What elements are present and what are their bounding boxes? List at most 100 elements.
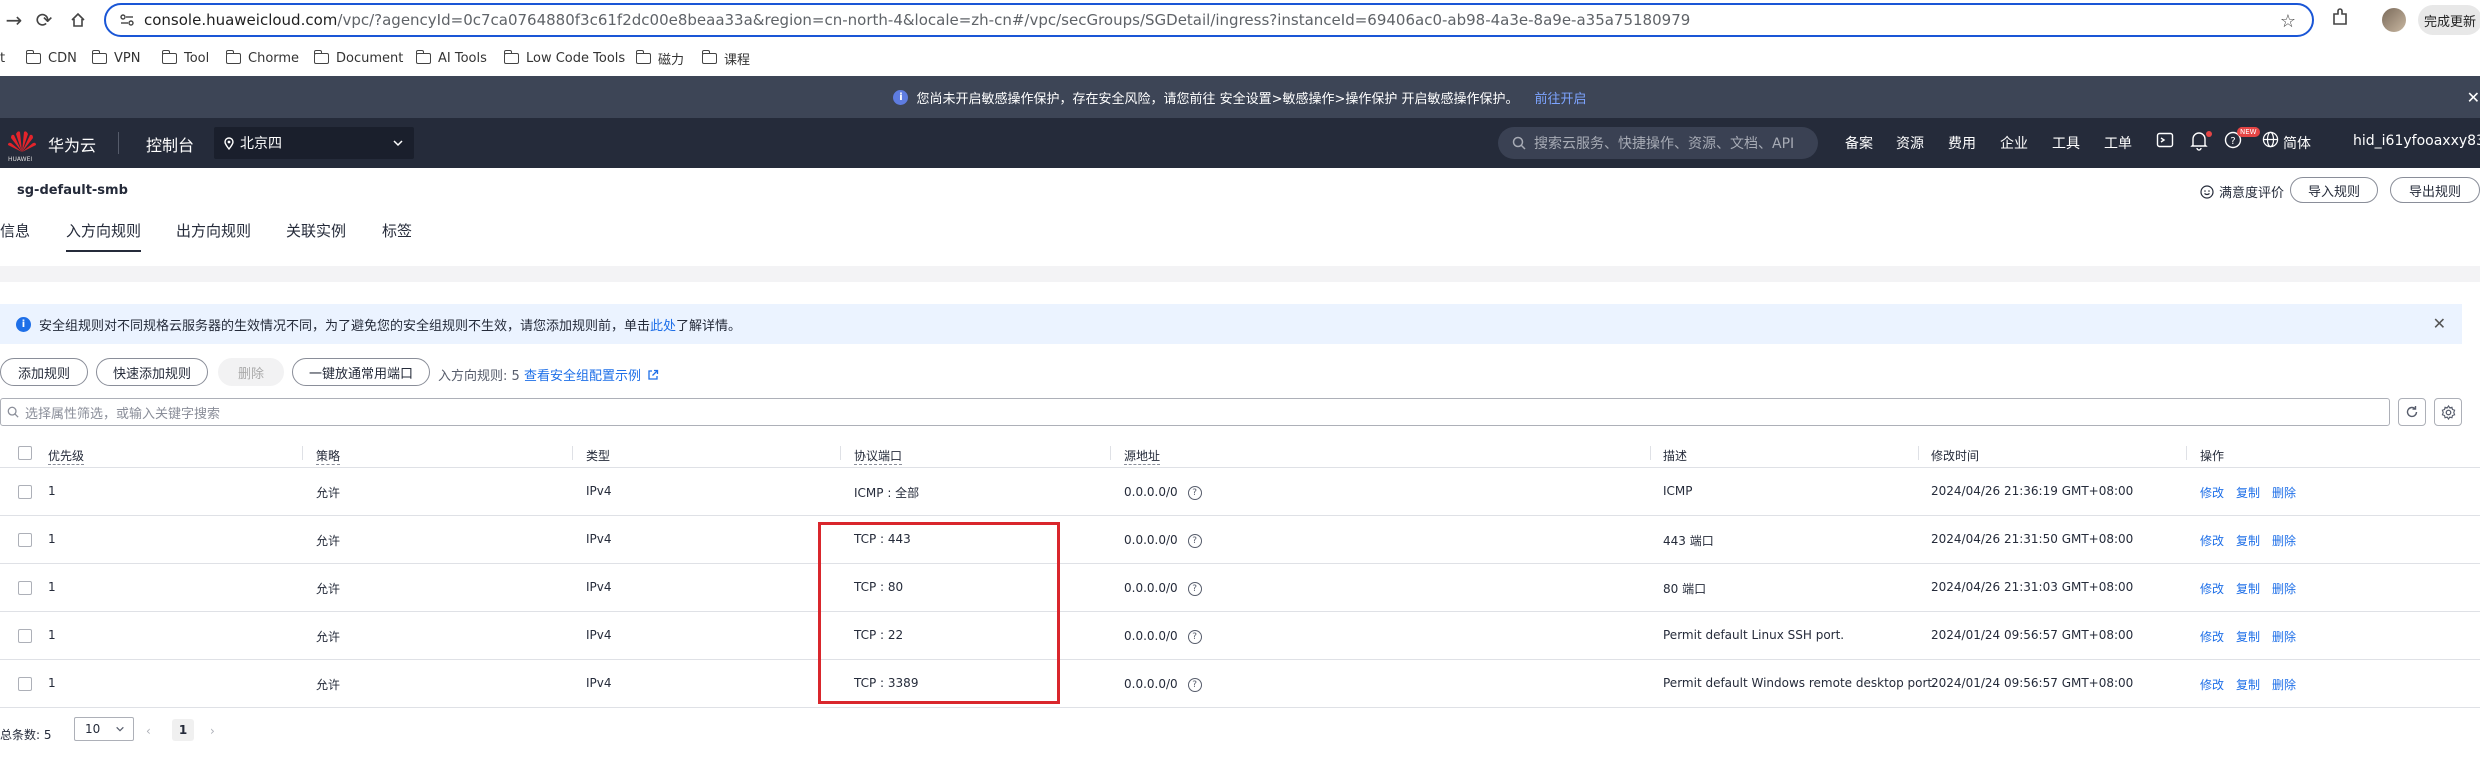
bookmark-magnet[interactable]: 磁力 <box>635 46 684 70</box>
globe-icon[interactable] <box>2262 131 2279 148</box>
close-icon[interactable]: ✕ <box>2433 314 2446 333</box>
forward-icon[interactable]: → <box>0 6 28 34</box>
modify-link[interactable]: 修改 <box>2200 630 2224 644</box>
region-select[interactable]: 北京四 <box>214 127 414 159</box>
cell-source: 0.0.0.0/0? <box>1124 581 1202 596</box>
language-switch[interactable]: 简体 <box>2283 133 2311 153</box>
row-checkbox[interactable] <box>18 677 32 691</box>
export-rules-button[interactable]: 导出规则 <box>2390 177 2480 203</box>
select-all-checkbox[interactable] <box>18 446 32 460</box>
copy-link[interactable]: 复制 <box>2236 678 2260 692</box>
help-icon[interactable]: ? <box>1187 485 1202 500</box>
quick-add-rule-button[interactable]: 快速添加规则 <box>96 358 208 386</box>
delete-button[interactable]: 删除 <box>218 358 284 386</box>
modify-link[interactable]: 修改 <box>2200 486 2224 500</box>
cell-policy: 允许 <box>316 630 341 644</box>
bookmark-tool[interactable]: Tool <box>161 46 210 70</box>
cell-source: 0.0.0.0/0? <box>1124 629 1202 644</box>
column-header-policy[interactable]: 策略 <box>316 447 341 465</box>
source-address: 0.0.0.0/0 <box>1124 581 1178 595</box>
new-badge: NEW <box>2237 127 2260 137</box>
bookmark-document[interactable]: Document <box>313 46 403 70</box>
bookmark-label: VPN <box>114 50 141 66</box>
modify-link[interactable]: 修改 <box>2200 582 2224 596</box>
delete-link[interactable]: 删除 <box>2272 582 2296 596</box>
nav-billing[interactable]: 费用 <box>1948 133 1976 153</box>
page-size-select[interactable]: 10 <box>74 717 134 741</box>
help-icon[interactable]: ? <box>1187 581 1202 596</box>
tab-inbound-rules[interactable]: 入方向规则 <box>66 220 142 252</box>
satisfaction-link[interactable]: 满意度评价 <box>2200 182 2284 201</box>
nav-enterprise[interactable]: 企业 <box>2000 133 2028 153</box>
user-account[interactable]: hid_i61yfooaxxy833 <box>2353 133 2480 149</box>
config-example-link[interactable]: 查看安全组配置示例 <box>524 365 659 384</box>
open-common-ports-button[interactable]: 一键放通常用端口 <box>292 358 430 386</box>
enable-protection-link[interactable]: 前往开启 <box>1535 88 1587 107</box>
site-settings-icon[interactable] <box>120 14 134 26</box>
row-checkbox[interactable] <box>18 581 32 595</box>
bookmark-course[interactable]: 课程 <box>701 46 750 70</box>
delete-link[interactable]: 删除 <box>2272 678 2296 692</box>
extensions-icon[interactable] <box>2330 8 2350 28</box>
nav-tickets[interactable]: 工单 <box>2104 133 2132 153</box>
refresh-icon <box>2405 405 2419 419</box>
source-address: 0.0.0.0/0 <box>1124 485 1178 499</box>
tab-associated-instances[interactable]: 关联实例 <box>286 220 346 241</box>
update-button[interactable]: 完成更新 <box>2418 5 2480 35</box>
copy-link[interactable]: 复制 <box>2236 534 2260 548</box>
bookmark-ai-tools[interactable]: AI Tools <box>415 46 487 70</box>
global-search-input[interactable]: 搜索云服务、快捷操作、资源、文档、API <box>1498 127 1818 159</box>
copy-link[interactable]: 复制 <box>2236 630 2260 644</box>
alert-details-link[interactable]: 此处 <box>650 315 676 334</box>
column-header-source[interactable]: 源地址 <box>1124 447 1161 465</box>
page-number-current[interactable]: 1 <box>172 719 194 741</box>
tab-outbound-rules[interactable]: 出方向规则 <box>176 220 251 241</box>
bookmark-chorme[interactable]: Chorme <box>225 46 299 70</box>
filter-search-input[interactable]: 选择属性筛选，或输入关键字搜索 <box>0 398 2390 426</box>
settings-button[interactable] <box>2434 398 2462 426</box>
reload-icon[interactable]: ⟳ <box>30 6 58 34</box>
modify-link[interactable]: 修改 <box>2200 678 2224 692</box>
modify-link[interactable]: 修改 <box>2200 534 2224 548</box>
import-rules-button[interactable]: 导入规则 <box>2290 177 2378 203</box>
bookmark-cdn[interactable]: CDN <box>25 46 77 70</box>
brand-name[interactable]: 华为云 <box>48 132 96 156</box>
console-link[interactable]: 控制台 <box>146 132 194 156</box>
search-icon <box>1512 136 1526 150</box>
cell-protocol-port: TCP : 22 <box>854 628 904 642</box>
copy-link[interactable]: 复制 <box>2236 486 2260 500</box>
nav-resources[interactable]: 资源 <box>1896 133 1924 153</box>
delete-link[interactable]: 删除 <box>2272 630 2296 644</box>
delete-link[interactable]: 删除 <box>2272 534 2296 548</box>
help-icon[interactable]: ? <box>1187 677 1202 692</box>
row-checkbox[interactable] <box>18 629 32 643</box>
column-header-protocol-port[interactable]: 协议端口 <box>854 447 903 465</box>
tab-tags[interactable]: 标签 <box>382 220 412 241</box>
help-icon[interactable]: ? <box>1187 629 1202 644</box>
row-checkbox[interactable] <box>18 485 32 499</box>
cell-description: 80 端口 <box>1663 582 1707 596</box>
help-icon[interactable]: ? <box>1187 533 1202 548</box>
cell-description: Permit default Linux SSH port. <box>1663 628 1845 642</box>
bookmark-t[interactable]: t <box>0 46 5 70</box>
column-header-priority[interactable]: 优先级 <box>48 447 85 465</box>
bookmark-star-icon[interactable]: ☆ <box>2280 11 2296 32</box>
delete-link[interactable]: 删除 <box>2272 486 2296 500</box>
tab-info[interactable]: 信息 <box>0 220 30 241</box>
url-bar[interactable]: console.huaweicloud.com/vpc/?agencyId=0c… <box>104 3 2314 37</box>
prev-page-icon[interactable]: ‹ <box>146 724 151 738</box>
nav-icp[interactable]: 备案 <box>1845 133 1873 153</box>
bookmark-vpn[interactable]: VPN <box>91 46 141 70</box>
home-icon[interactable] <box>64 6 92 34</box>
close-icon[interactable]: ✕ <box>2467 88 2480 107</box>
nav-tools[interactable]: 工具 <box>2052 133 2080 153</box>
add-rule-button[interactable]: 添加规则 <box>0 358 88 386</box>
profile-avatar[interactable] <box>2382 8 2406 32</box>
copy-link[interactable]: 复制 <box>2236 582 2260 596</box>
next-page-icon[interactable]: › <box>210 724 215 738</box>
refresh-button[interactable] <box>2398 398 2426 426</box>
bookmark-low-code-tools[interactable]: Low Code Tools <box>503 46 625 70</box>
cloud-shell-icon[interactable] <box>2156 131 2174 149</box>
row-checkbox[interactable] <box>18 533 32 547</box>
bookmark-label: Tool <box>184 50 210 66</box>
